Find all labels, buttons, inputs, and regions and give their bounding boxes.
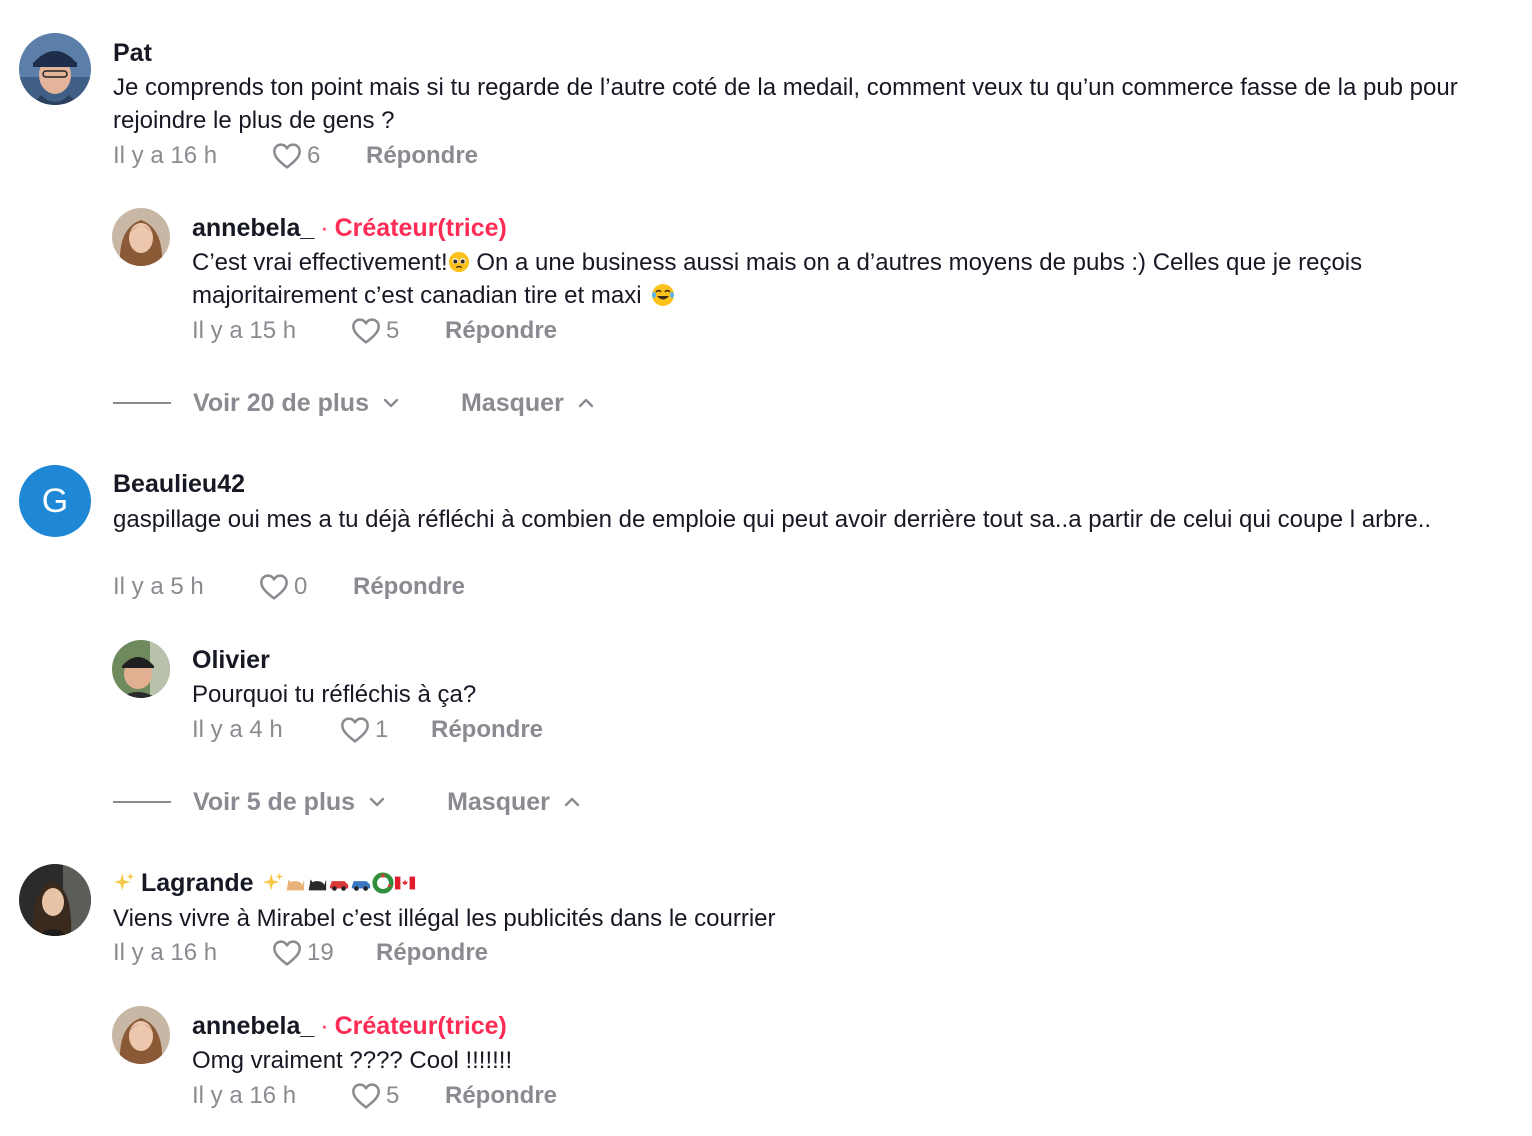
comment-author[interactable]: Pat [113, 38, 152, 68]
comment-meta: Il y a 16 h 19 Répondre [113, 936, 488, 970]
comment-time: Il y a 16 h [113, 142, 218, 169]
like-button[interactable]: 1 [339, 714, 431, 746]
reply-text: Pourquoi tu réfléchis à ça? [192, 681, 477, 708]
reply-author[interactable]: Olivier [192, 645, 270, 675]
reply-text-part1: C’est vrai effectivement! [192, 249, 448, 276]
canada-flag-icon [394, 876, 415, 890]
reply-time: Il y a 4 h [192, 716, 283, 743]
heart-outline-icon[interactable] [339, 714, 371, 746]
reply-author-name[interactable]: annebela_ [192, 1012, 314, 1040]
badge-separator: · [320, 214, 329, 242]
reply-button[interactable]: Répondre [376, 939, 488, 967]
creator-badge: Créateur(trice) [334, 1012, 507, 1040]
heart-outline-icon[interactable] [350, 1080, 382, 1112]
reply-button[interactable]: Répondre [445, 1082, 557, 1110]
avatar[interactable] [112, 640, 170, 698]
reply-author: annebela_ · Créateur(trice) [192, 213, 507, 243]
like-count: 5 [386, 1082, 400, 1109]
hide-label: Masquer [447, 787, 550, 816]
hide-label: Masquer [460, 388, 564, 417]
reply-time: Il y a 16 h [192, 1082, 297, 1109]
comment-time: Il y a 5 h [113, 573, 204, 600]
avatar[interactable] [112, 1006, 170, 1064]
reply-button[interactable]: Répondre [366, 142, 478, 170]
like-button[interactable]: 5 [350, 315, 445, 347]
comment-meta: Il y a 16 h 6 Répondre [113, 139, 478, 173]
divider-line [113, 801, 171, 803]
pleading-face-icon [448, 251, 469, 273]
avatar[interactable] [19, 33, 91, 105]
avatar-photo-icon [112, 1006, 170, 1064]
reply-meta: Il y a 4 h 1 Répondre [192, 713, 543, 747]
comment-text: Je comprends ton point mais si tu regard… [113, 74, 1458, 134]
reply-author: annebela_ · Créateur(trice) [192, 1011, 507, 1041]
heart-outline-icon[interactable] [350, 315, 382, 347]
avatar-photo-icon [19, 33, 91, 105]
view-more-label: Voir 5 de plus [193, 787, 356, 816]
sparkles-icon [262, 872, 283, 891]
comment-author[interactable]: Beaulieu42 [113, 469, 245, 499]
reply-time: Il y a 15 h [192, 317, 297, 344]
reply-button[interactable]: Répondre [431, 716, 543, 744]
avatar-photo-icon [19, 864, 91, 936]
like-button[interactable]: 19 [271, 937, 376, 969]
replies-expander: Voir 5 de plus Masquer [113, 785, 582, 819]
tears-of-joy-icon [652, 284, 675, 306]
like-count: 1 [375, 716, 389, 743]
like-count: 6 [307, 142, 321, 169]
avatar-letter: G [41, 481, 69, 520]
like-button[interactable]: 5 [350, 1080, 445, 1112]
chevron-down-icon [381, 393, 401, 413]
heart-outline-icon[interactable] [271, 937, 303, 969]
sparkles-icon [113, 872, 135, 891]
like-button[interactable]: 0 [258, 571, 353, 603]
reply-author-name[interactable]: annebela_ [192, 214, 314, 242]
like-count: 19 [307, 939, 334, 966]
avatar[interactable] [19, 864, 91, 936]
heart-outline-icon[interactable] [271, 140, 303, 172]
avatar-photo-icon [112, 640, 170, 698]
like-count: 0 [294, 573, 308, 600]
hide-replies-button[interactable]: Masquer [461, 389, 596, 418]
heart-outline-icon[interactable] [258, 571, 290, 603]
comment-text: gaspillage oui mes a tu déjà réfléchi à … [113, 506, 1432, 533]
reply-text: C’est vrai effectivement! On a une busin… [192, 246, 1492, 312]
cat-icon [286, 879, 304, 891]
car-icon [351, 881, 370, 891]
badge-separator: · [320, 1012, 329, 1040]
creator-badge: Créateur(trice) [334, 214, 507, 242]
comment-author-row: Lagrande [113, 868, 416, 898]
view-more-replies-button[interactable]: Voir 5 de plus [193, 788, 387, 817]
chevron-up-icon [562, 792, 582, 812]
divider-line [113, 402, 171, 404]
reply-meta: Il y a 15 h 5 Répondre [192, 314, 557, 348]
car-icon [329, 881, 348, 891]
cat-icon [308, 879, 326, 891]
reply-meta: Il y a 16 h 5 Répondre [192, 1079, 557, 1113]
comment-meta: Il y a 5 h 0 Répondre [113, 570, 465, 604]
like-button[interactable]: 6 [271, 140, 366, 172]
avatar-photo-icon [112, 208, 170, 266]
comment-time: Il y a 16 h [113, 939, 218, 966]
view-more-replies-button[interactable]: Voir 20 de plus [193, 389, 401, 418]
reply-button[interactable]: Répondre [353, 573, 465, 601]
comment-text: Viens vivre à Mirabel c’est illégal les … [113, 905, 776, 932]
avatar[interactable] [112, 208, 170, 266]
hide-replies-button[interactable]: Masquer [447, 788, 582, 817]
avatar[interactable]: G [19, 465, 91, 537]
replies-expander: Voir 20 de plus Masquer [113, 386, 596, 420]
chevron-down-icon [367, 792, 387, 812]
view-more-label: Voir 20 de plus [193, 388, 369, 417]
reply-text: Omg vraiment ???? Cool !!!!!!! [192, 1047, 513, 1074]
like-count: 5 [386, 317, 400, 344]
comment-author[interactable]: Lagrande [141, 869, 254, 897]
chevron-up-icon [576, 393, 596, 413]
wreath-icon [371, 872, 394, 894]
reply-button[interactable]: Répondre [445, 317, 557, 345]
